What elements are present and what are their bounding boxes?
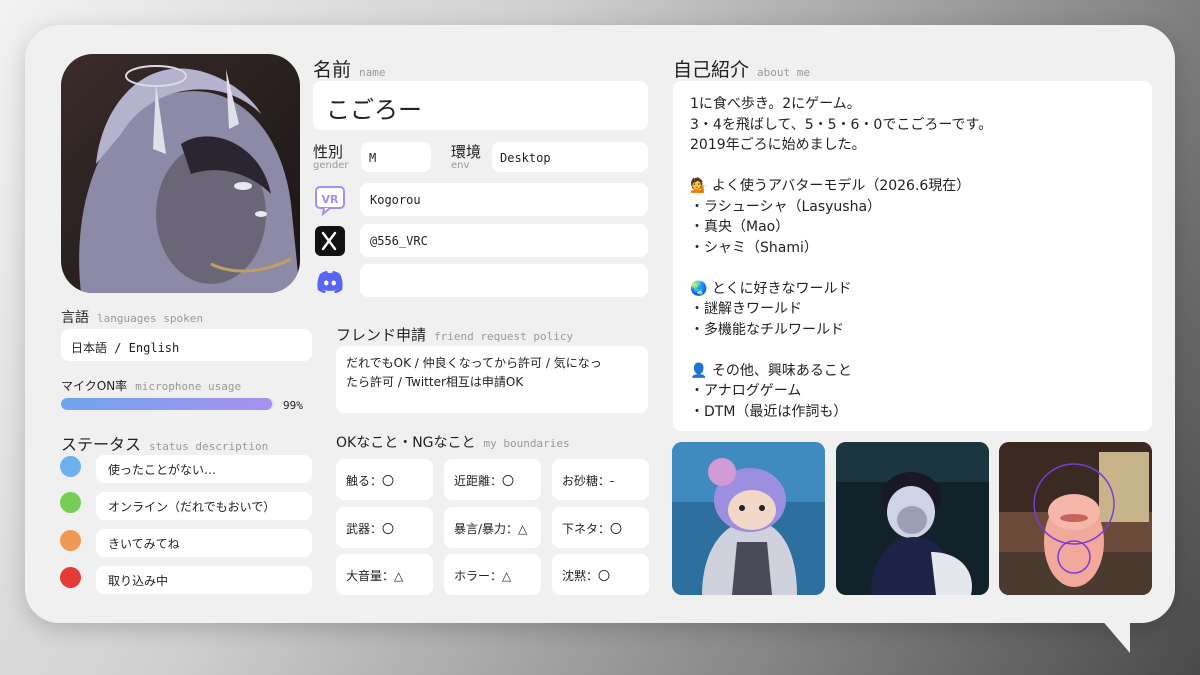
status-dot-blue: [60, 456, 81, 477]
gender-label: 性別 gender: [313, 143, 349, 171]
about-line: [690, 156, 992, 177]
mic-usage-bar: [61, 398, 274, 410]
boundary-item: 沈黙：〇: [552, 554, 649, 595]
about-line: ・真央（Mao）: [690, 219, 790, 235]
friend-request-label: フレンド申請 friend request policy: [336, 326, 574, 344]
boundary-item: 暴言/暴力：△: [444, 507, 541, 548]
about-line: [690, 340, 992, 361]
name-value: こごろー: [326, 96, 422, 124]
status-item: 使ったことがない…: [96, 455, 312, 483]
boundaries-label: OKなこと・NGなこと my boundaries: [336, 435, 570, 451]
avatar-photo-mao: [836, 442, 989, 595]
about-line: 🌏 とくに好きなワールド: [690, 280, 852, 297]
boundary-item: お砂糖：-: [552, 459, 649, 500]
about-line: 👤 その他、興味あること: [690, 362, 852, 379]
env-field: Desktop: [492, 142, 648, 172]
status-dot-orange: [60, 530, 81, 551]
about-line: 3・4を飛ばして、5・5・6・0でこごろーです。: [690, 116, 993, 133]
status-item: オンライン（だれでもおいで）: [96, 492, 312, 520]
boundary-item: 武器：〇: [336, 507, 433, 548]
boundary-item: 近距離：〇: [444, 459, 541, 500]
languages-label: 言語 languages spoken: [61, 310, 203, 326]
vrchat-field: Kogorou: [360, 183, 648, 216]
env-label: 環境 env: [451, 143, 482, 171]
about-line: ・アナログゲーム: [690, 383, 802, 399]
friend-request-text-1: だれでもOK / 仲良くなってから許可 / 気になっ: [346, 356, 602, 370]
status-dot-green: [60, 492, 81, 513]
boundary-item: 触る：〇: [336, 459, 433, 500]
about-line: [690, 258, 992, 279]
speech-bubble-tail: [1100, 618, 1130, 653]
svg-text:VR: VR: [322, 193, 340, 206]
about-line: 2019年ごろに始めました。: [690, 137, 866, 153]
about-line: ・シャミ（Shami）: [690, 239, 818, 256]
mic-usage-fill: [61, 398, 272, 410]
x-field: @556_VRC: [360, 224, 648, 257]
about-line: 💁 よく使うアバターモデル（2026.6現在）: [690, 178, 971, 194]
status-item: きいてみてね: [96, 529, 312, 557]
friend-request-field: だれでもOK / 仲良くなってから許可 / 気になっ たら許可 / Twitte…: [336, 346, 648, 413]
boundary-item: 下ネタ：〇: [552, 507, 649, 548]
name-label: 名前 name: [313, 59, 386, 81]
about-label: 自己紹介 about me: [673, 59, 810, 81]
avatar-image: [61, 54, 300, 293]
about-line: ・多機能なチルワールド: [690, 321, 844, 338]
about-line: ・DTM（最近は作詞も）: [690, 403, 848, 420]
status-item: 取り込み中: [96, 566, 312, 594]
vrchat-icon: VR: [313, 183, 347, 217]
friend-request-text-2: たら許可 / Twitter相互は申請OK: [346, 375, 524, 389]
boundary-item: ホラー：△: [444, 554, 541, 595]
x-logo-icon: [313, 224, 347, 258]
about-line: ・謎解きワールド: [690, 301, 802, 317]
name-field: こごろー: [313, 81, 648, 130]
about-line: 1に食べ歩き。2にゲーム。: [690, 96, 861, 112]
about-field: 1に食べ歩き。2にゲーム。 3・4を飛ばして、5・5・6・0でこごろーです。 2…: [673, 81, 1152, 431]
status-dot-red: [60, 567, 81, 588]
about-line: ・ラシューシャ（Lasyusha）: [690, 198, 882, 215]
status-label: ステータス status description: [61, 435, 269, 454]
mic-usage-percent: 99%: [283, 399, 303, 412]
avatar-photo-lasyusha: [672, 442, 825, 595]
discord-icon: [313, 264, 347, 298]
languages-field: 日本語 / English: [61, 329, 312, 361]
boundary-item: 大音量：△: [336, 554, 433, 595]
avatar-photo-shami: [999, 442, 1152, 595]
mic-label: マイクON率 microphone usage: [61, 379, 242, 393]
discord-field: [360, 264, 648, 297]
gender-field: M: [361, 142, 431, 172]
